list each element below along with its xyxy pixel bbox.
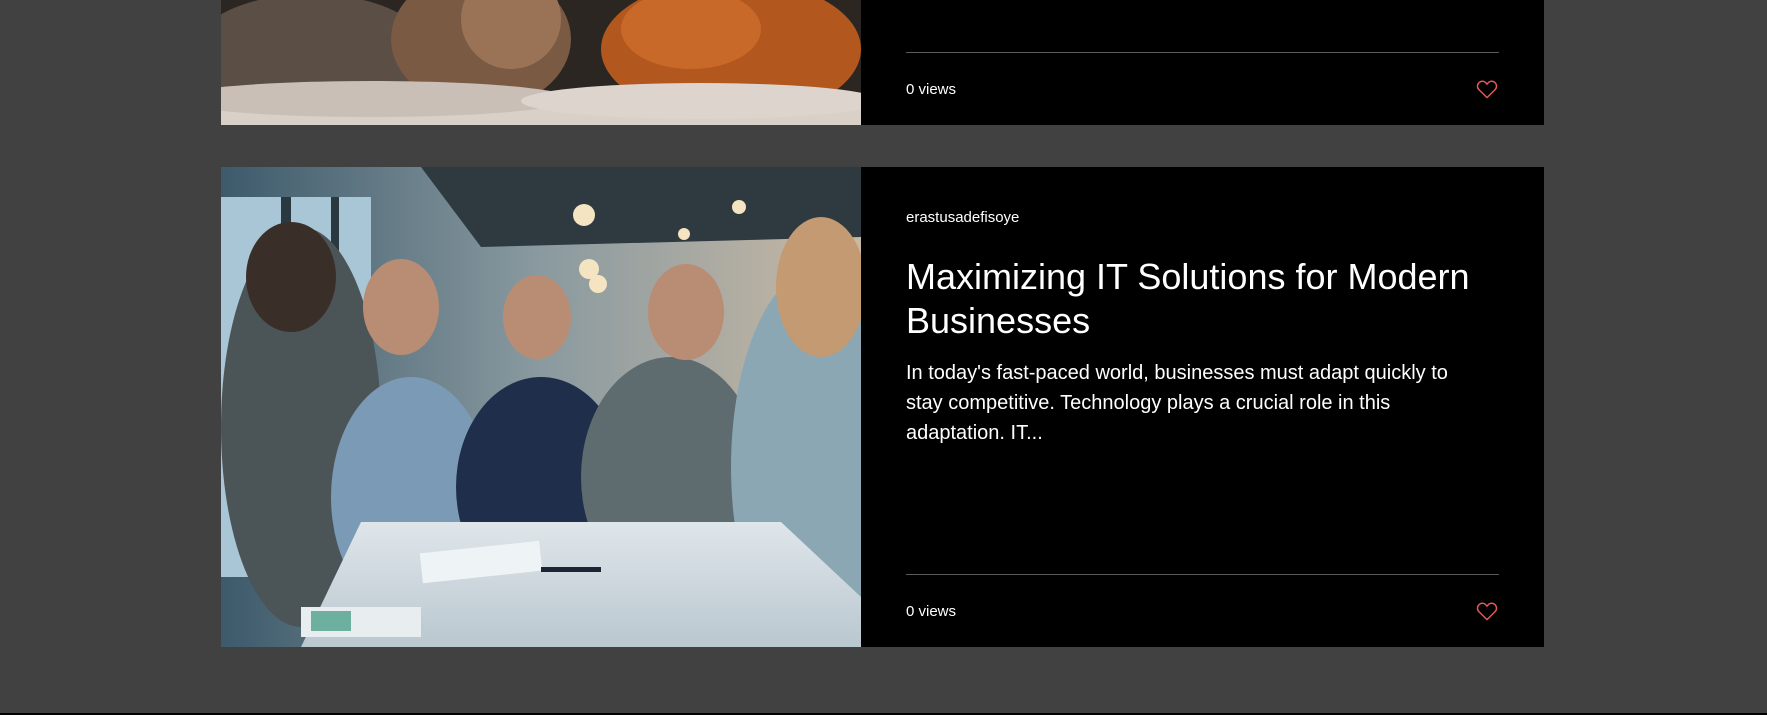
like-button[interactable] bbox=[1475, 77, 1499, 101]
people-on-bed-photo bbox=[221, 0, 861, 125]
heart-icon bbox=[1476, 602, 1498, 621]
author-name[interactable]: erastusadefisoye bbox=[906, 209, 1019, 226]
view-count: 0 views bbox=[906, 80, 957, 98]
heart-icon bbox=[1476, 80, 1498, 99]
post-title[interactable]: Maximizing IT Solutions for Modern Busin… bbox=[906, 255, 1499, 343]
post-cover-image[interactable] bbox=[221, 167, 861, 647]
post-footer: 0 views bbox=[906, 574, 1499, 647]
post-cover-image[interactable] bbox=[221, 0, 861, 125]
post-excerpt[interactable]: In today's fast-paced world, businesses … bbox=[906, 358, 1484, 448]
post-card[interactable]: 0 views bbox=[221, 0, 1544, 125]
view-count: 0 views bbox=[906, 602, 957, 620]
blog-feed: 0 views erastusadefisoye Maximizing IT S… bbox=[0, 0, 1767, 713]
post-content: 0 views bbox=[861, 0, 1544, 125]
office-meeting-photo bbox=[221, 167, 861, 647]
post-card[interactable]: erastusadefisoye Maximizing IT Solutions… bbox=[221, 167, 1544, 647]
like-button[interactable] bbox=[1475, 599, 1499, 623]
post-content: erastusadefisoye Maximizing IT Solutions… bbox=[861, 167, 1544, 647]
post-footer: 0 views bbox=[906, 52, 1499, 125]
